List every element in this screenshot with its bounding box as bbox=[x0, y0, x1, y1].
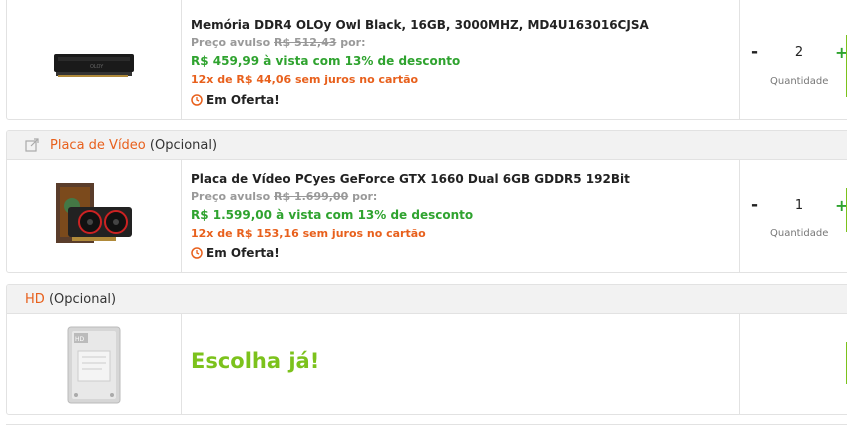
offer-badge: Em Oferta! bbox=[191, 93, 280, 107]
cash-price: R$ 1.599,00 à vista com 13% de desconto bbox=[191, 208, 474, 222]
old-price-value: R$ 1.699,00 bbox=[274, 190, 349, 203]
graphics-card-image bbox=[56, 183, 132, 243]
hd-info: Escolha já! bbox=[182, 314, 740, 414]
cash-price: R$ 459,99 à vista com 13% de desconto bbox=[191, 54, 461, 68]
section-optional: (Opcional) bbox=[149, 137, 218, 153]
offer-label: Em Oferta! bbox=[206, 93, 280, 107]
hard-drive-image: HD bbox=[67, 326, 121, 404]
memory-product-image[interactable]: OLOY bbox=[7, 0, 182, 119]
old-price-suffix: por: bbox=[340, 36, 366, 49]
gpu-section-header[interactable]: Placa de Vídeo (Opcional) bbox=[7, 131, 847, 160]
product-title[interactable]: Memória DDR4 OLOy Owl Black, 16GB, 3000M… bbox=[191, 18, 649, 32]
old-price-value: R$ 512,43 bbox=[274, 36, 337, 49]
quantity-label: Quantidade bbox=[770, 228, 829, 239]
installments: 12x de R$ 153,16 sem juros no cartão bbox=[191, 227, 426, 240]
gpu-row: Placa de Vídeo PCyes GeForce GTX 1660 Du… bbox=[7, 160, 847, 272]
installments: 12x de R$ 44,06 sem juros no cartão bbox=[191, 73, 419, 86]
old-price: Preço avulso R$ 1.699,00 por: bbox=[191, 190, 377, 203]
external-link-icon[interactable] bbox=[25, 138, 39, 152]
section-category: HD bbox=[25, 291, 45, 307]
gpu-info: Placa de Vídeo PCyes GeForce GTX 1660 Du… bbox=[182, 160, 740, 272]
choose-now-link[interactable]: Escolha já! bbox=[191, 349, 319, 373]
gpu-quantity: - 1 + Quantidade bbox=[740, 160, 847, 272]
old-price-prefix: Preço avulso bbox=[191, 36, 271, 49]
svg-text:HD: HD bbox=[75, 336, 85, 343]
gpu-card: Placa de Vídeo (Opcional) Placa de Vídeo… bbox=[6, 130, 847, 273]
quantity-value[interactable]: 2 bbox=[792, 45, 806, 60]
memory-card: OLOY Memória DDR4 OLOy Owl Black, 16GB, … bbox=[6, 0, 847, 120]
section-optional: (Opcional) bbox=[48, 291, 117, 307]
product-title[interactable]: Placa de Vídeo PCyes GeForce GTX 1660 Du… bbox=[191, 172, 630, 186]
hd-card: HD (Opcional) HD Escolha já! bbox=[6, 284, 847, 415]
section-category: Placa de Vídeo bbox=[50, 137, 146, 153]
hd-section-header[interactable]: HD (Opcional) bbox=[7, 285, 847, 314]
quantity-label: Quantidade bbox=[770, 76, 829, 87]
ram-stick-image: OLOY bbox=[54, 54, 134, 77]
decrease-quantity-button[interactable]: - bbox=[751, 195, 758, 215]
hd-quantity bbox=[740, 314, 847, 414]
hd-product-image[interactable]: HD bbox=[7, 314, 182, 414]
offer-badge: Em Oferta! bbox=[191, 246, 280, 260]
old-price: Preço avulso R$ 512,43 por: bbox=[191, 36, 366, 49]
svg-text:OLOY: OLOY bbox=[90, 64, 104, 70]
decrease-quantity-button[interactable]: - bbox=[751, 42, 758, 62]
clock-icon bbox=[191, 94, 203, 106]
clock-icon bbox=[191, 247, 203, 259]
bottom-divider bbox=[6, 424, 847, 425]
old-price-prefix: Preço avulso bbox=[191, 190, 271, 203]
memory-quantity: - 2 + Quantidade bbox=[740, 0, 847, 119]
offer-label: Em Oferta! bbox=[206, 246, 280, 260]
old-price-suffix: por: bbox=[352, 190, 378, 203]
quantity-value[interactable]: 1 bbox=[792, 198, 806, 213]
gpu-product-image[interactable] bbox=[7, 160, 182, 272]
hd-row: HD Escolha já! bbox=[7, 314, 847, 414]
memory-row: OLOY Memória DDR4 OLOy Owl Black, 16GB, … bbox=[7, 0, 847, 119]
memory-info: Memória DDR4 OLOy Owl Black, 16GB, 3000M… bbox=[182, 0, 740, 119]
